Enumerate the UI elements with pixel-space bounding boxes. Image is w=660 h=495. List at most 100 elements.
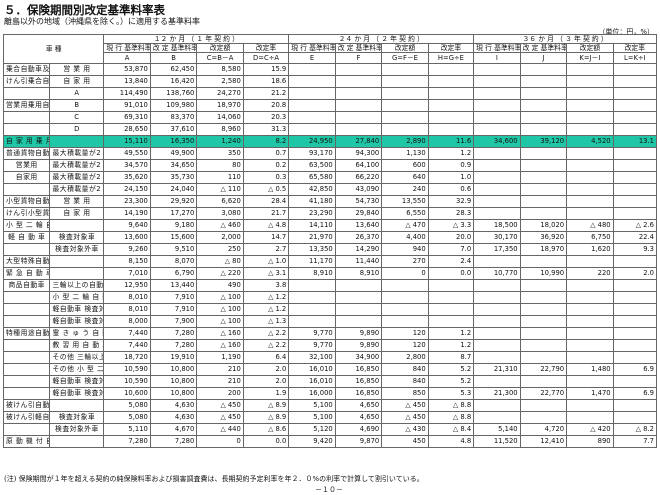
rate-cell: 4,650 xyxy=(334,411,383,424)
table-row: その他 小 型 二 輪 自 動 車10,59010,8002102.016,01… xyxy=(2,363,658,376)
rate-cell xyxy=(288,123,336,136)
vehicle-subcategory: A xyxy=(49,87,105,100)
rate-cell xyxy=(473,171,521,184)
rate-cell: 1,620 xyxy=(566,243,614,256)
rate-cell: 450 xyxy=(381,435,429,448)
rate-cell: 2.0 xyxy=(242,363,290,376)
rate-cell xyxy=(566,147,614,160)
rate-cell: △ 3.3 xyxy=(427,219,475,232)
rate-cell xyxy=(519,339,568,352)
rate-cell xyxy=(612,111,658,124)
rate-cell xyxy=(519,171,568,184)
rate-cell xyxy=(288,315,336,328)
rate-cell: 120 xyxy=(381,339,429,352)
rate-cell: 7.0 xyxy=(427,243,475,256)
rate-cell xyxy=(473,75,521,88)
rate-cell: 20.0 xyxy=(427,231,475,244)
rate-cell xyxy=(612,279,658,292)
rate-cell: 62,450 xyxy=(149,63,198,76)
rate-cell: 29,840 xyxy=(334,207,383,220)
table-row: 大型特殊自動車及び小型特殊自動車 8,1508,070△ 80△ 1.011,17… xyxy=(2,255,658,268)
rate-cell: 7,440 xyxy=(103,327,151,340)
rate-cell xyxy=(566,303,614,316)
rate-cell xyxy=(612,375,658,388)
vehicle-category xyxy=(2,423,51,436)
rate-cell: 114,490 xyxy=(103,87,151,100)
rate-cell: △ 440 xyxy=(196,423,244,436)
rate-cell: 20.3 xyxy=(242,111,290,124)
rate-cell: △ 100 xyxy=(196,315,244,328)
rate-cell xyxy=(566,63,614,76)
rate-cell: 1,470 xyxy=(566,387,614,400)
rate-cell xyxy=(473,195,521,208)
rate-cell xyxy=(566,411,614,424)
rate-cell: △ 220 xyxy=(196,267,244,280)
vehicle-category xyxy=(2,315,51,328)
rate-cell: 49,900 xyxy=(149,147,198,160)
rate-cell: 7,910 xyxy=(149,291,198,304)
vehicle-category xyxy=(2,291,51,304)
rate-cell: △ 0.5 xyxy=(242,183,290,196)
rate-cell: 13.1 xyxy=(612,135,658,148)
table-row: 商品自動車三輪以上の自動車（被牽引自動車を除く）12,95013,4404903… xyxy=(2,279,658,292)
page-number: －１０－ xyxy=(315,486,343,494)
table-row: C 69,310 83,370 14,060 20.3 xyxy=(2,111,658,124)
rate-cell: 890 xyxy=(566,435,614,448)
rate-cell: 7,440 xyxy=(103,339,151,352)
rate-cell: 8,000 xyxy=(103,315,151,328)
rate-cell: 7,280 xyxy=(149,435,198,448)
table-row: 教 習 用 自 動 車 7,440 7,280 △ 160 △ 2.2 9,770 9,89… xyxy=(2,339,658,352)
rate-cell xyxy=(519,351,568,364)
rate-cell xyxy=(566,327,614,340)
rate-cell: 1.9 xyxy=(242,387,290,400)
rate-cell: 10,800 xyxy=(149,363,198,376)
rate-cell: 53,870 xyxy=(103,63,151,76)
rate-cell xyxy=(612,315,658,328)
rate-cell xyxy=(427,123,475,136)
vehicle-category: 自家用 xyxy=(2,171,51,184)
footnote: (注) 保険期間が１年を超える契約の純保険料率および損害調査費は、長期契約予定利… xyxy=(4,475,424,483)
rate-cell xyxy=(519,399,568,412)
rate-cell: 9.3 xyxy=(612,243,658,256)
table-row: けん引乗合自動車自 家 用13,84016,4202,58018.6 xyxy=(2,75,658,88)
vehicle-subcategory: 営 業 用 xyxy=(49,195,105,208)
rate-cell: 10,600 xyxy=(103,387,151,400)
table-row: 小型貨物自動車及び営 業 用23,30029,9206,62028.441,18… xyxy=(2,195,658,208)
header-formula-label: F xyxy=(334,52,383,64)
rate-cell: 14.7 xyxy=(242,231,290,244)
rate-cell: 49,550 xyxy=(103,147,151,160)
vehicle-subcategory: 軽自動車 検査対象外車 xyxy=(49,315,105,328)
vehicle-category: 緊 急 自 動 車 xyxy=(2,267,51,280)
table-row: 検査対象外車 5,110 4,670 △ 440 △ 8.6 5,120 4,690 △ 43… xyxy=(2,423,658,436)
rate-cell xyxy=(473,375,521,388)
table-row: 軽自動車 検査対象車10,59010,8002102.016,01016,850… xyxy=(2,375,658,388)
table-row: けん引小型貨物自動車自 家 用14,19017,2703,08021.723,2… xyxy=(2,207,658,220)
rate-cell xyxy=(566,291,614,304)
vehicle-category: 普通貨物自動車 xyxy=(2,147,51,160)
rate-cell: 10,590 xyxy=(103,375,151,388)
rate-cell: 7,910 xyxy=(149,303,198,316)
rate-cell: △ 8.9 xyxy=(242,399,290,412)
rate-cell xyxy=(334,303,383,316)
rate-cell xyxy=(381,87,429,100)
rate-cell xyxy=(473,303,521,316)
header-sub-label: 現 行 基準料率 xyxy=(473,43,521,53)
rate-cell: 16,000 xyxy=(288,387,336,400)
rate-cell: 13,550 xyxy=(381,195,429,208)
rate-cell xyxy=(566,375,614,388)
rate-cell: 5.2 xyxy=(427,363,475,376)
rate-cell xyxy=(566,159,614,172)
rate-cell: 29,920 xyxy=(149,195,198,208)
vehicle-category: 営業用乗用自動車 xyxy=(2,99,51,112)
rate-cell: 18,500 xyxy=(473,219,521,232)
rate-cell xyxy=(473,315,521,328)
vehicle-subcategory: 三輪以上の自動車（被牽引自動車を除く） xyxy=(49,279,105,292)
rate-cell: 8.7 xyxy=(427,351,475,364)
header-formula-label: J xyxy=(519,52,568,64)
rate-cell: 13,600 xyxy=(103,231,151,244)
rate-cell: 7,280 xyxy=(149,339,198,352)
rate-cell xyxy=(519,147,568,160)
rate-cell xyxy=(334,279,383,292)
rate-cell: 8,910 xyxy=(334,267,383,280)
rate-cell: 1,480 xyxy=(566,363,614,376)
